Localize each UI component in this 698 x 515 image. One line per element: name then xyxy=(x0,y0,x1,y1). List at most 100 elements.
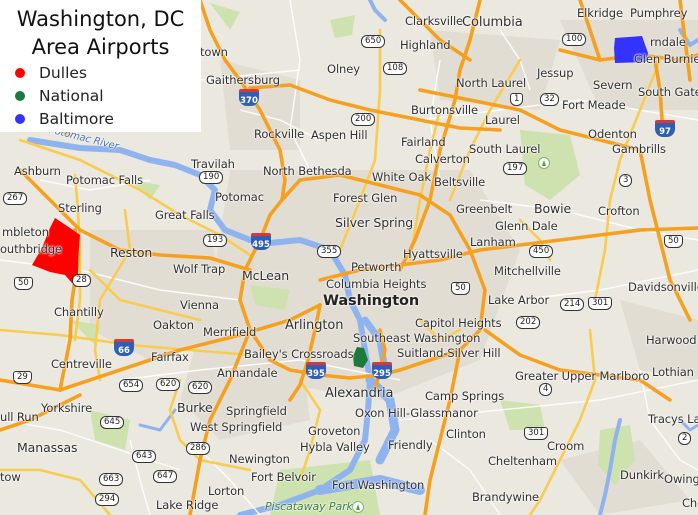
place-label: Severn xyxy=(593,78,633,92)
route-shield: 355 xyxy=(317,245,342,258)
place-label: Merrifield xyxy=(203,325,257,339)
place-label: Sterling xyxy=(58,201,102,215)
place-label: Glen Burnie xyxy=(634,52,698,66)
place-label: Aspen Hill xyxy=(311,128,368,142)
place-label: Arlington xyxy=(285,318,344,333)
place-label: Brandywine xyxy=(472,490,540,504)
interstate-shield: 97 xyxy=(655,120,675,137)
place-label: mbleton xyxy=(2,225,49,239)
place-label: Hyattsville xyxy=(403,247,463,261)
route-shield: 3 xyxy=(619,174,633,187)
place-label: outhbridge xyxy=(0,242,63,256)
route-shield: 286 xyxy=(186,442,211,455)
place-label: Fairland xyxy=(401,135,446,149)
place-label: Calverton xyxy=(415,152,470,166)
place-label: Pumphrey xyxy=(630,6,688,20)
place-label: Crofton xyxy=(598,204,640,218)
route-shield: 108 xyxy=(383,62,408,75)
place-label: Suitland-Silver Hill xyxy=(397,346,501,360)
place-label: Columbia xyxy=(462,15,523,30)
us-route-shield: 301 xyxy=(524,427,549,440)
interstate-shield: 395 xyxy=(306,362,326,379)
place-label: Friendly xyxy=(388,438,433,452)
place-label: Alexandria xyxy=(325,386,394,401)
legend-dot-baltimore xyxy=(15,113,25,124)
map-canvas[interactable]: Clarksville Columbia Elkridge Pumphrey r… xyxy=(0,0,698,515)
route-shield: 4 xyxy=(539,383,553,396)
route-shield: 193 xyxy=(203,234,228,247)
route-shield: 197 xyxy=(503,162,528,175)
route-shield: 202 xyxy=(516,316,541,329)
place-label: Gambrills xyxy=(612,142,666,156)
place-label: Greenbelt xyxy=(456,202,513,216)
place-label: Fort Washington xyxy=(332,478,425,492)
route-shield: 267 xyxy=(3,192,28,205)
place-label: rndale xyxy=(650,35,686,49)
route-shield: 620 xyxy=(188,381,213,394)
place-label: Wolf Trap xyxy=(173,262,226,276)
legend-item-baltimore: Baltimore xyxy=(15,109,114,129)
place-label: Manassas xyxy=(17,440,78,455)
place-label: South Laurel xyxy=(469,142,541,156)
place-label: Odenton xyxy=(588,127,637,141)
place-label: Bowie xyxy=(534,201,572,216)
place-label: North Bethesda xyxy=(263,164,352,178)
place-label: Lanham xyxy=(470,235,516,249)
place-label: Fairfax xyxy=(151,350,189,364)
place-label: Oakton xyxy=(153,318,194,332)
place-label: South Gate xyxy=(638,85,698,99)
place-label: Burke xyxy=(177,400,213,415)
interstate-shield: 495 xyxy=(251,233,271,250)
route-shield: 650 xyxy=(361,35,386,48)
us-route-shield: 1 xyxy=(510,93,524,106)
park-tree-icon xyxy=(352,501,364,513)
us-route-shield: 50 xyxy=(664,235,683,248)
place-label: Yorkshire xyxy=(41,401,93,415)
legend-label-national: National xyxy=(39,87,104,105)
park-tree-icon xyxy=(538,157,550,169)
place-label: Ashburn xyxy=(14,164,61,178)
place-label: Lake Ridge xyxy=(156,498,219,512)
route-shield: 647 xyxy=(153,470,178,483)
place-label: Bailey's Crossroads xyxy=(244,347,354,361)
us-route-shield: 29 xyxy=(13,371,32,384)
map-legend: Washington, DC Area Airports Dulles Nati… xyxy=(0,0,201,132)
us-route-shield: 301 xyxy=(588,297,613,310)
place-label: McLean xyxy=(242,268,290,283)
route-shield: 190 xyxy=(199,171,224,184)
interstate-shield: 295 xyxy=(372,362,392,379)
place-label-washington: Washington xyxy=(323,293,420,309)
route-shield: 663 xyxy=(99,473,124,486)
place-label: Olney xyxy=(327,62,360,76)
route-shield: 450 xyxy=(529,245,554,258)
place-label: Oxon Hill-Glassmanor xyxy=(355,406,478,420)
place-label: West Springfield xyxy=(190,420,283,434)
place-label: Cheltenham xyxy=(488,454,557,468)
place-label: Lake Arbor xyxy=(488,293,550,307)
route-shield: 654 xyxy=(119,379,144,392)
place-label: Harwood xyxy=(646,333,697,347)
place-label: Burtonsville xyxy=(411,103,478,117)
route-shield: 643 xyxy=(132,450,157,463)
place-label: Greater Upper Marlboro xyxy=(515,369,650,383)
place-label: Mitchellville xyxy=(494,264,561,278)
legend-title-line1: Washington, DC xyxy=(16,7,185,31)
place-label: Laurel xyxy=(485,113,520,127)
route-shield: 214 xyxy=(560,298,585,311)
place-label: ull Run xyxy=(0,410,39,424)
place-label: Elkridge xyxy=(577,6,623,20)
place-label: Columbia Heights xyxy=(326,277,427,291)
route-shield: 620 xyxy=(156,378,181,391)
route-shield: 28 xyxy=(72,274,91,287)
route-shield: 200 xyxy=(351,113,376,126)
place-label: Fort Belvoir xyxy=(251,470,316,484)
place-label: Potomac Falls xyxy=(66,173,144,187)
legend-dot-national xyxy=(15,90,25,101)
place-label: Glenn Dale xyxy=(495,219,558,233)
place-label: Croom xyxy=(547,439,585,453)
legend-item-national: National xyxy=(15,86,104,106)
us-route-shield: 50 xyxy=(14,277,33,290)
place-label: Dunkirk xyxy=(620,468,664,482)
us-route-shield: 50 xyxy=(451,282,470,295)
place-label: Groveton xyxy=(308,424,361,438)
